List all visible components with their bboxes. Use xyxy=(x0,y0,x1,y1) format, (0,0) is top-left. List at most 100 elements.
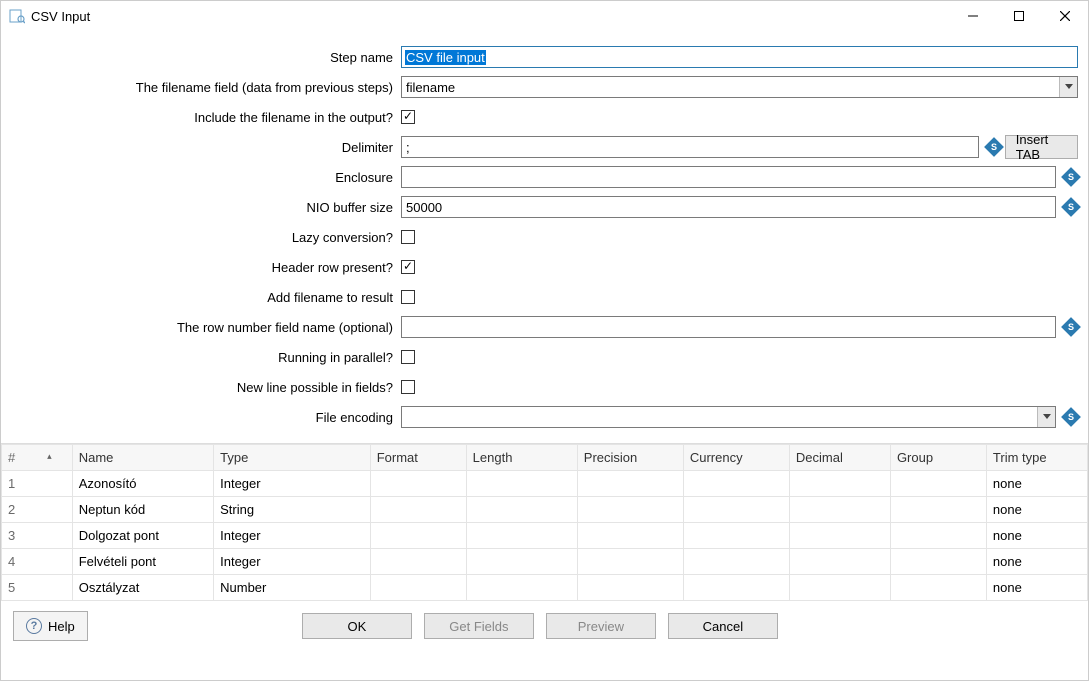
cell-n[interactable]: 4 xyxy=(2,549,73,575)
cell-length[interactable] xyxy=(466,497,577,523)
cell-format[interactable] xyxy=(370,523,466,549)
col-header-group[interactable]: Group xyxy=(890,445,986,471)
cell-trim[interactable]: none xyxy=(986,523,1087,549)
cell-decimal[interactable] xyxy=(789,575,890,601)
cell-length[interactable] xyxy=(466,575,577,601)
cell-length[interactable] xyxy=(466,523,577,549)
addfn-checkbox[interactable] xyxy=(401,290,415,304)
parallel-label: Running in parallel? xyxy=(11,350,401,365)
col-header-type[interactable]: Type xyxy=(214,445,371,471)
cell-currency[interactable] xyxy=(683,575,789,601)
rownum-input[interactable] xyxy=(401,316,1056,338)
cell-format[interactable] xyxy=(370,471,466,497)
cell-currency[interactable] xyxy=(683,523,789,549)
insert-tab-button[interactable]: Insert TAB xyxy=(1005,135,1078,159)
cell-group[interactable] xyxy=(890,523,986,549)
cell-format[interactable] xyxy=(370,575,466,601)
cell-type[interactable]: Integer xyxy=(214,471,371,497)
cell-currency[interactable] xyxy=(683,549,789,575)
cell-type[interactable]: String xyxy=(214,497,371,523)
col-header-currency[interactable]: Currency xyxy=(683,445,789,471)
table-row[interactable]: 4Felvételi pontInteger none xyxy=(2,549,1088,575)
col-header-trim[interactable]: Trim type xyxy=(986,445,1087,471)
col-header-name[interactable]: Name xyxy=(72,445,213,471)
cell-name[interactable]: Neptun kód xyxy=(72,497,213,523)
cell-length[interactable] xyxy=(466,471,577,497)
lazy-checkbox[interactable] xyxy=(401,230,415,244)
cell-length[interactable] xyxy=(466,549,577,575)
cell-n[interactable]: 2 xyxy=(2,497,73,523)
window-minimize-button[interactable] xyxy=(950,1,996,31)
get-fields-button[interactable]: Get Fields xyxy=(424,613,534,639)
cell-name[interactable]: Dolgozat pont xyxy=(72,523,213,549)
variable-icon[interactable]: S xyxy=(984,137,1004,157)
step-name-label: Step name xyxy=(11,50,401,65)
variable-icon[interactable]: S xyxy=(1061,167,1081,187)
cell-n[interactable]: 5 xyxy=(2,575,73,601)
encoding-combo[interactable] xyxy=(401,406,1056,428)
cell-decimal[interactable] xyxy=(789,523,890,549)
variable-icon[interactable]: S xyxy=(1061,317,1081,337)
window-close-button[interactable] xyxy=(1042,1,1088,31)
cell-group[interactable] xyxy=(890,549,986,575)
chevron-down-icon[interactable] xyxy=(1059,77,1077,97)
cell-name[interactable]: Osztályzat xyxy=(72,575,213,601)
cell-decimal[interactable] xyxy=(789,497,890,523)
cell-trim[interactable]: none xyxy=(986,549,1087,575)
newline-checkbox[interactable] xyxy=(401,380,415,394)
cell-precision[interactable] xyxy=(577,471,683,497)
table-row[interactable]: 3Dolgozat pontInteger none xyxy=(2,523,1088,549)
delimiter-input[interactable] xyxy=(401,136,979,158)
include-filename-checkbox[interactable] xyxy=(401,110,415,124)
cell-name[interactable]: Felvételi pont xyxy=(72,549,213,575)
help-button[interactable]: ? Help xyxy=(13,611,88,641)
table-row[interactable]: 5OsztályzatNumber none xyxy=(2,575,1088,601)
col-header-length[interactable]: Length xyxy=(466,445,577,471)
cell-decimal[interactable] xyxy=(789,471,890,497)
cell-precision[interactable] xyxy=(577,523,683,549)
enclosure-input[interactable] xyxy=(401,166,1056,188)
cell-precision[interactable] xyxy=(577,549,683,575)
col-header-decimal[interactable]: Decimal xyxy=(789,445,890,471)
cell-currency[interactable] xyxy=(683,497,789,523)
cell-trim[interactable]: none xyxy=(986,575,1087,601)
ok-button[interactable]: OK xyxy=(302,613,412,639)
cell-group[interactable] xyxy=(890,471,986,497)
variable-icon[interactable]: S xyxy=(1061,407,1081,427)
parallel-checkbox[interactable] xyxy=(401,350,415,364)
col-header-format[interactable]: Format xyxy=(370,445,466,471)
window-maximize-button[interactable] xyxy=(996,1,1042,31)
cell-precision[interactable] xyxy=(577,497,683,523)
cell-type[interactable]: Integer xyxy=(214,523,371,549)
cell-format[interactable] xyxy=(370,549,466,575)
cell-currency[interactable] xyxy=(683,471,789,497)
cell-type[interactable]: Integer xyxy=(214,549,371,575)
preview-button[interactable]: Preview xyxy=(546,613,656,639)
table-row[interactable]: 2Neptun kódString none xyxy=(2,497,1088,523)
cell-format[interactable] xyxy=(370,497,466,523)
cell-precision[interactable] xyxy=(577,575,683,601)
cell-name[interactable]: Azonosító xyxy=(72,471,213,497)
cell-type[interactable]: Number xyxy=(214,575,371,601)
col-header-precision[interactable]: Precision xyxy=(577,445,683,471)
cell-group[interactable] xyxy=(890,575,986,601)
col-header-row[interactable]: #▴ xyxy=(2,445,73,471)
filename-field-combo[interactable] xyxy=(401,76,1078,98)
cancel-button[interactable]: Cancel xyxy=(668,613,778,639)
cell-trim[interactable]: none xyxy=(986,497,1087,523)
filename-field-input[interactable] xyxy=(401,76,1078,98)
window-title: CSV Input xyxy=(31,9,90,24)
cell-n[interactable]: 1 xyxy=(2,471,73,497)
header-checkbox[interactable] xyxy=(401,260,415,274)
step-name-input[interactable]: CSV file input xyxy=(401,46,1078,68)
table-row[interactable]: 1AzonosítóInteger none xyxy=(2,471,1088,497)
cell-trim[interactable]: none xyxy=(986,471,1087,497)
cell-n[interactable]: 3 xyxy=(2,523,73,549)
encoding-input[interactable] xyxy=(401,406,1056,428)
nio-input[interactable] xyxy=(401,196,1056,218)
chevron-down-icon[interactable] xyxy=(1037,407,1055,427)
cell-group[interactable] xyxy=(890,497,986,523)
include-filename-label: Include the filename in the output? xyxy=(11,110,401,125)
variable-icon[interactable]: S xyxy=(1061,197,1081,217)
cell-decimal[interactable] xyxy=(789,549,890,575)
